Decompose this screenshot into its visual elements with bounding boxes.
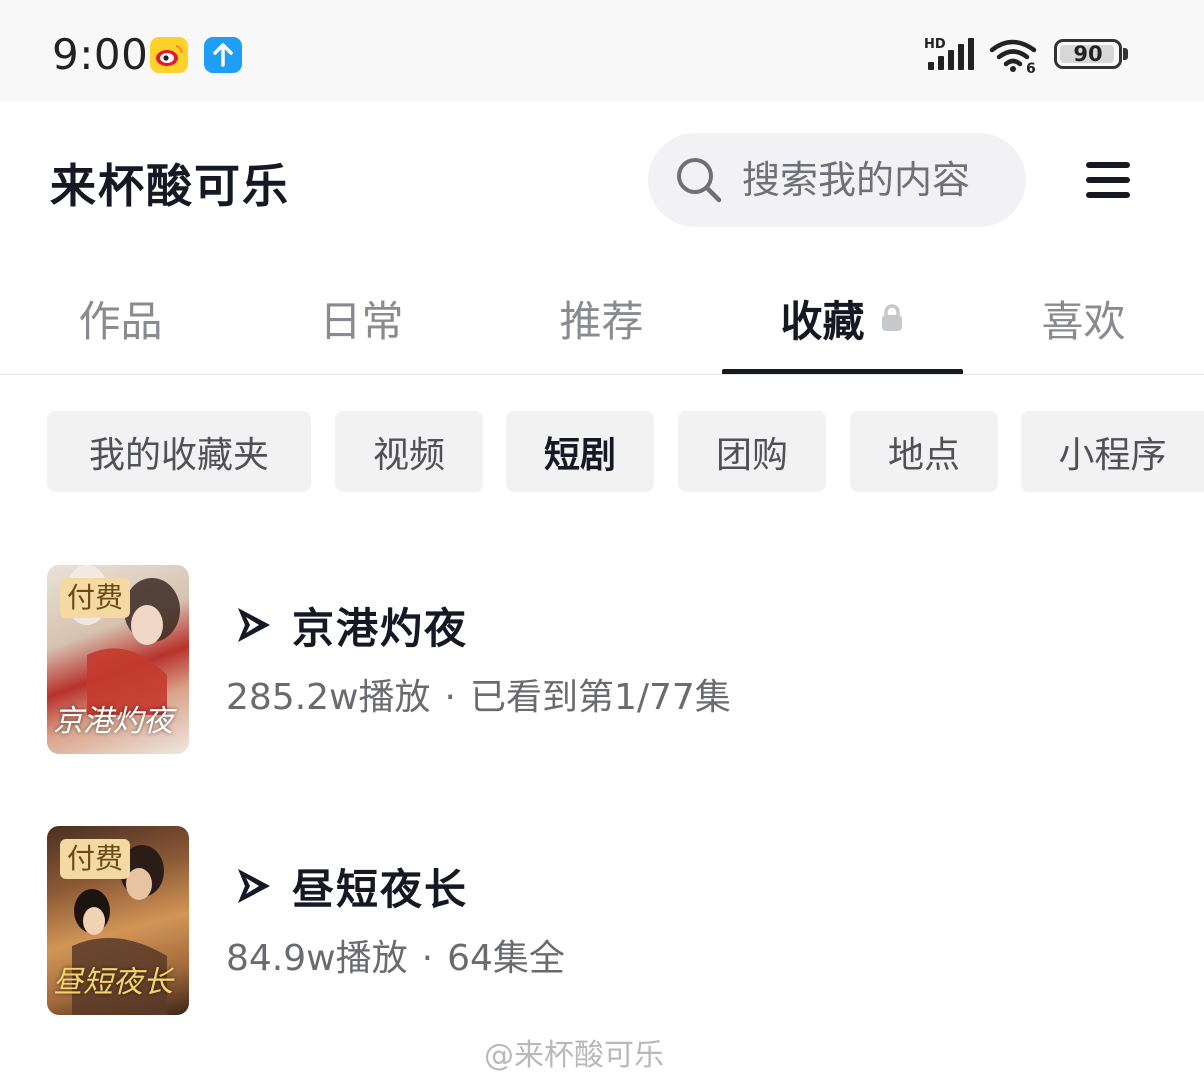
filter-label: 小程序 [1058, 434, 1167, 476]
watermark: @来杯酸可乐 [484, 1038, 664, 1073]
filter-label: 短剧 [543, 434, 616, 476]
drama-meta: 84.9w播放 · 64集全 [226, 929, 565, 981]
play-count: 84.9w播放 [226, 938, 408, 979]
wifi-tag: 6 [1026, 61, 1036, 74]
tabs-divider [0, 374, 1204, 375]
cover-title: 京港灼夜 [53, 704, 173, 739]
filter-short-drama[interactable]: 短剧 [506, 411, 654, 492]
battery-level: 90 [1073, 42, 1103, 66]
profile-tabs: 作品 日常 推荐 收藏 喜欢 [0, 262, 1204, 375]
filter-label: 我的收藏夹 [88, 434, 269, 476]
play-count: 285.2w播放 [226, 677, 431, 718]
tab-label: 作品 [78, 296, 163, 346]
tab-label: 日常 [319, 296, 404, 346]
watch-progress: 已看到第1/77集 [469, 677, 731, 718]
tab-works[interactable]: 作品 [0, 262, 241, 374]
drama-title: 京港灼夜 [292, 604, 469, 653]
filter-videos[interactable]: 视频 [335, 411, 483, 492]
signal-tag: HD [924, 37, 946, 52]
filter-places[interactable]: 地点 [850, 411, 998, 492]
cover-title: 昼短夜长 [53, 965, 173, 1000]
episode-count: 64集全 [447, 938, 565, 979]
drama-meta: 285.2w播放 · 已看到第1/77集 [226, 668, 731, 720]
drama-cover[interactable]: 付费 昼短夜长 [47, 826, 189, 1015]
meta-separator: · [444, 677, 456, 718]
filter-my-folders[interactable]: 我的收藏夹 [47, 411, 311, 492]
tab-label: 喜欢 [1041, 296, 1126, 346]
lock-icon [881, 304, 902, 331]
profile-name: 来杯酸可乐 [50, 159, 290, 213]
menu-icon[interactable] [1086, 160, 1132, 200]
filter-label: 视频 [372, 434, 445, 476]
filter-mini-programs[interactable]: 小程序 [1021, 411, 1204, 492]
short-drama-play-icon [238, 608, 270, 642]
tab-label: 推荐 [559, 296, 644, 346]
short-drama-play-icon [238, 869, 270, 903]
tab-recommend[interactable]: 推荐 [481, 262, 722, 374]
paid-badge: 付费 [60, 839, 131, 879]
search-icon [677, 158, 722, 203]
tab-likes[interactable]: 喜欢 [963, 262, 1204, 374]
status-bar: 9:00 HD 6 90 [0, 0, 1204, 102]
wifi-icon: 6 [989, 39, 1037, 74]
search-bar[interactable] [648, 133, 1026, 227]
upload-arrow-icon [204, 37, 242, 73]
filter-label: 地点 [887, 434, 960, 476]
tab-daily[interactable]: 日常 [241, 262, 482, 374]
list-item[interactable]: 付费 昼短夜长 昼短夜长 84.9w播放 · 64集全 [0, 826, 1204, 1016]
tab-favorites[interactable]: 收藏 [722, 262, 963, 374]
meta-separator: · [421, 938, 434, 979]
weibo-icon [150, 37, 188, 73]
battery-icon: 90 [1054, 39, 1122, 69]
list-item[interactable]: 付费 京港灼夜 京港灼夜 285.2w播放 · 已看到第1/77集 [0, 565, 1204, 755]
signal-icon: HD [924, 37, 974, 70]
filter-label: 团购 [715, 434, 788, 476]
filter-group-buy[interactable]: 团购 [678, 411, 826, 492]
tab-label: 收藏 [780, 296, 865, 346]
drama-title: 昼短夜长 [292, 865, 469, 914]
drama-cover[interactable]: 付费 京港灼夜 [47, 565, 189, 754]
status-time: 9:00 [52, 30, 149, 79]
search-input[interactable] [742, 133, 1012, 227]
paid-badge: 付费 [60, 578, 131, 618]
